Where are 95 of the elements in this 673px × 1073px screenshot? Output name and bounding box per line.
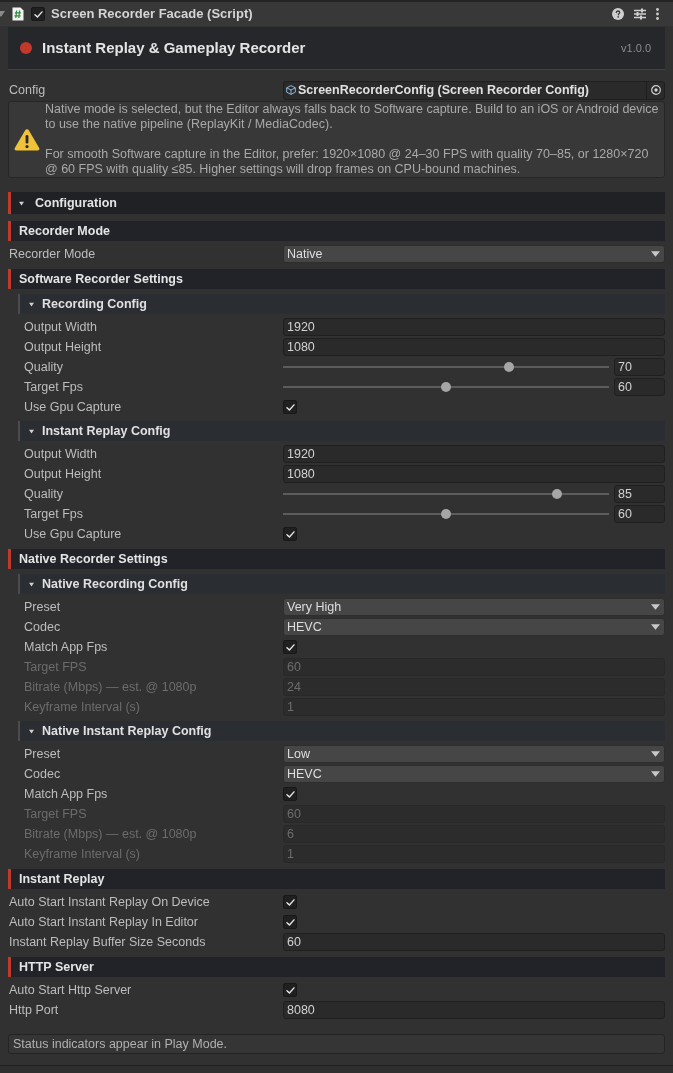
field-label: Recorder Mode — [9, 245, 96, 263]
foldout-header[interactable]: Configuration — [8, 192, 665, 214]
field-label: Preset — [24, 745, 61, 763]
field-label: Codec — [24, 765, 61, 783]
slider-track[interactable] — [283, 489, 609, 499]
field-label: Output Height — [24, 465, 102, 483]
check-icon — [285, 530, 295, 538]
checkbox[interactable] — [283, 915, 297, 929]
field-label: Match App Fps — [24, 638, 108, 656]
dropdown[interactable]: HEVC — [283, 765, 665, 783]
field-label: Preset — [24, 598, 61, 616]
dropdown[interactable]: Native — [283, 245, 665, 263]
field-label: Quality — [24, 485, 63, 503]
field-label: Output Width — [24, 445, 97, 463]
text-field[interactable]: 1080 — [283, 465, 665, 483]
script-icon — [12, 7, 24, 21]
field-label: Http Port — [9, 1001, 59, 1019]
foldout-header[interactable]: Instant Replay Config — [18, 421, 665, 441]
slider-thumb[interactable] — [504, 362, 515, 372]
checkbox[interactable] — [31, 7, 45, 21]
field-label: Auto Start Http Server — [9, 981, 132, 999]
check-icon — [285, 643, 295, 651]
field-label: Use Gpu Capture — [24, 398, 122, 416]
section-header: Software Recorder Settings — [8, 269, 665, 289]
checkbox[interactable] — [283, 400, 297, 414]
field-label: Auto Start Instant Replay In Editor — [9, 913, 198, 931]
foldout-header[interactable]: Native Instant Replay Config — [18, 721, 665, 741]
warning-text: Native mode is selected, but the Editor always falls back to Software capture. Build to an iOS or Android device to use the native pipeline (ReplayKit / MediaCodec). — [45, 101, 660, 133]
version-label: v1.0.0 — [621, 40, 651, 56]
checkbox[interactable] — [283, 895, 297, 909]
field-label: Keyframe Interval (s) — [24, 698, 140, 716]
more-icon[interactable] — [656, 8, 659, 20]
banner-title: Instant Replay & Gameplay Recorder — [42, 37, 306, 58]
checkbox[interactable] — [283, 983, 297, 997]
component-title: Screen Recorder Facade (Script) — [51, 5, 253, 24]
field-label: Target Fps — [24, 378, 84, 396]
foldout-header[interactable]: Native Recording Config — [18, 574, 665, 594]
caret-icon — [651, 771, 660, 777]
field-label: Auto Start Instant Replay On Device — [9, 893, 210, 911]
text-field[interactable]: 1920 — [283, 445, 665, 463]
check-icon — [33, 10, 43, 18]
sliders-icon[interactable] — [634, 8, 646, 20]
field-label: Target FPS — [24, 658, 87, 676]
field-label: Match App Fps — [24, 785, 108, 803]
slider-thumb[interactable] — [441, 509, 451, 519]
number-field[interactable]: 85 — [614, 485, 665, 503]
text-field[interactable]: 1080 — [283, 338, 665, 356]
caret-icon — [651, 604, 660, 610]
number-field[interactable]: 60 — [614, 505, 665, 523]
dropdown[interactable]: HEVC — [283, 618, 665, 636]
caret-icon — [651, 624, 660, 630]
number-field[interactable]: 70 — [614, 358, 665, 376]
checkbox[interactable] — [283, 640, 297, 654]
slider-track[interactable] — [283, 382, 609, 392]
field-label: Bitrate (Mbps) — est. @ 1080p — [24, 678, 197, 696]
field-label: Target Fps — [24, 505, 84, 523]
field-label: Codec — [24, 618, 61, 636]
dropdown[interactable]: Very High — [283, 598, 665, 616]
slider-thumb[interactable] — [551, 489, 562, 499]
slider-track[interactable] — [283, 362, 609, 372]
record-dot-icon — [20, 42, 32, 54]
check-icon — [285, 790, 295, 798]
text-field[interactable]: 8080 — [283, 1001, 665, 1019]
section-header: HTTP Server — [8, 957, 665, 977]
help-icon[interactable] — [612, 8, 624, 20]
warning-icon — [14, 128, 40, 151]
text-field[interactable]: 1920 — [283, 318, 665, 336]
field-label: Output Height — [24, 338, 102, 356]
caret-icon — [651, 751, 660, 757]
foldout-header[interactable]: Recording Config — [18, 294, 665, 314]
field-label: Bitrate (Mbps) — est. @ 1080p — [24, 825, 197, 843]
field-label: Target FPS — [24, 805, 87, 823]
field-label: Config — [9, 81, 46, 99]
slider-thumb[interactable] — [441, 382, 451, 392]
checkbox[interactable] — [283, 787, 297, 801]
section-header: Instant Replay — [8, 869, 665, 889]
section-header: Recorder Mode — [8, 221, 665, 241]
field-label: Quality — [24, 358, 63, 376]
dropdown[interactable]: Low — [283, 745, 665, 763]
check-icon — [285, 918, 295, 926]
slider-track[interactable] — [283, 509, 609, 519]
field-label: Keyframe Interval (s) — [24, 845, 140, 863]
checkbox[interactable] — [283, 527, 297, 541]
number-field[interactable]: 60 — [614, 378, 665, 396]
check-icon — [285, 403, 295, 411]
field-label: Instant Replay Buffer Size Seconds — [9, 933, 206, 951]
caret-icon — [651, 251, 660, 257]
section-header: Native Recorder Settings — [8, 549, 665, 569]
field-label: Output Width — [24, 318, 97, 336]
text-field[interactable]: 60 — [283, 933, 665, 951]
warning-text: For smooth Software capture in the Editor, prefer: 1920×1080 @ 24–30 FPS with quality 70–85, or 1280×720 @ 60 FPS with quality ≤85. Higher settings will drop frames on CPU-bound machines. — [45, 146, 650, 178]
status-message: Status indicators appear in Play Mode. — [8, 1034, 665, 1054]
check-icon — [285, 986, 295, 994]
check-icon — [285, 898, 295, 906]
field-label: Use Gpu Capture — [24, 525, 122, 543]
